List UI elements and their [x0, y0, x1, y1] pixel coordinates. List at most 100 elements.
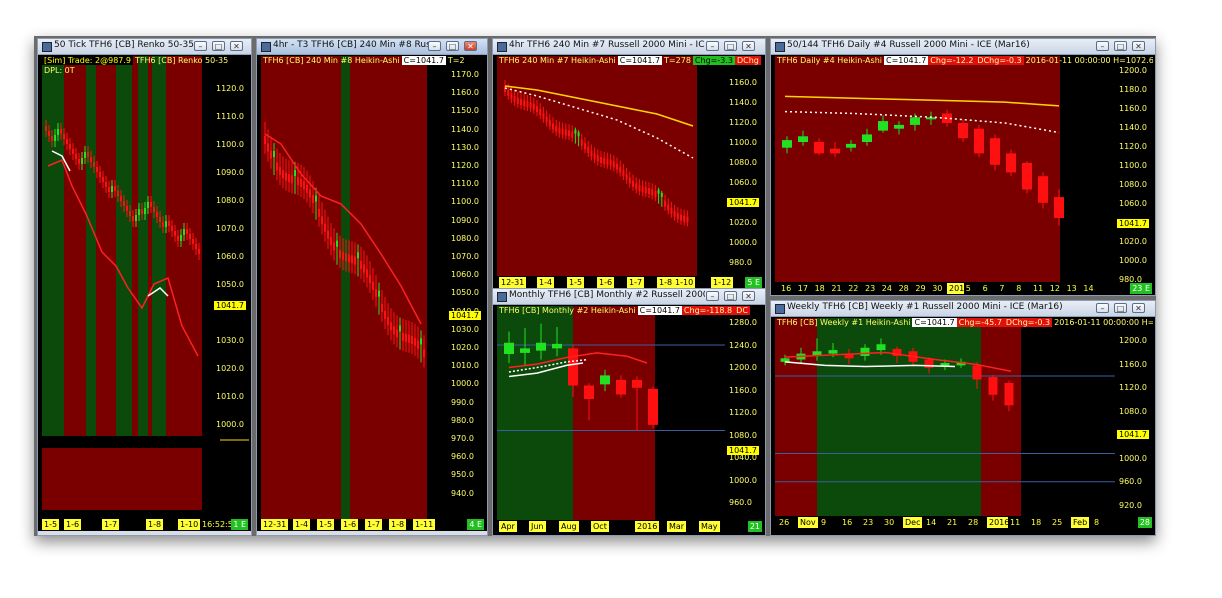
4hr-t3-chart-window[interactable]: 4hr - T3 TFH6 [CB] 240 Min #8 Rus... – □…: [256, 38, 488, 536]
candle: [147, 202, 149, 208]
minimize-icon[interactable]: –: [1096, 41, 1109, 51]
price-tick: 1070.0: [216, 224, 244, 233]
horizontal-scrollbar[interactable]: [38, 531, 251, 535]
candle: [186, 229, 188, 234]
window-title-bar[interactable]: 4hr - T3 TFH6 [CB] 240 Min #8 Rus... – □…: [257, 39, 487, 55]
close-icon[interactable]: ✕: [230, 41, 243, 51]
window-title-bar[interactable]: 4hr TFH6 240 Min #7 Russell 2000 Mini - …: [493, 39, 765, 55]
price-axis: 1170.0 1160.0 1150.0 1140.0 1130.0 1120.0 1110…: [447, 56, 485, 519]
candle: [603, 157, 606, 164]
time-axis: 12-31 1-4 1-5 1-6 1-7 1-8 1-11 4 E: [261, 519, 485, 530]
price-tick: 1110.0: [216, 112, 244, 121]
candle: [357, 252, 359, 259]
4hr-heikin-ashi-window[interactable]: 4hr TFH6 240 Min #7 Russell 2000 Mini - …: [492, 38, 766, 290]
candle: [63, 134, 65, 139]
window-title-bar[interactable]: Weekly TFH6 [CB] Weekly #1 Russell 2000 …: [771, 301, 1155, 317]
maximize-icon[interactable]: □: [724, 41, 737, 51]
candle: [138, 209, 140, 215]
candle: [619, 166, 622, 173]
candle: [342, 252, 344, 261]
price-tick: 1020.0: [451, 343, 479, 352]
candle: [75, 154, 77, 159]
maximize-icon[interactable]: □: [1114, 41, 1127, 51]
time-label: Feb: [1071, 517, 1090, 528]
time-label: 1-10: [178, 519, 201, 530]
candle: [87, 152, 89, 157]
candle: [504, 86, 506, 92]
candle: [390, 322, 392, 331]
candle: [51, 136, 53, 141]
window-title: Weekly TFH6 [CB] Weekly #1 Russell 2000 …: [787, 302, 1063, 312]
minimize-icon[interactable]: –: [706, 291, 719, 301]
daily-price-svg: [782, 95, 1064, 226]
close-icon[interactable]: ✕: [464, 41, 477, 51]
price-axis: 1200.0 1180.0 1160.0 1140.0 1120.0 1100.0 1080…: [1115, 56, 1153, 282]
window-title-bar[interactable]: Monthly TFH6 [CB] Monthly #2 Russell 200…: [493, 289, 765, 305]
4hr-7-plot-area[interactable]: TFH6 240 Min #7 Heikin-Ashi C=1041.7 T=278…: [497, 56, 763, 276]
renko-plot-area[interactable]: [Sim] Trade: 2@987.9 TFH6 [CB] Renko 50-3…: [42, 56, 249, 519]
price-tick: 960.0: [451, 452, 474, 462]
weekly-chart-window[interactable]: Weekly TFH6 [CB] Weekly #1 Russell 2000 …: [770, 300, 1156, 536]
maximize-icon[interactable]: □: [212, 41, 225, 51]
candle: [69, 144, 71, 149]
candle: [336, 240, 338, 247]
renko-chart-window[interactable]: 50 Tick TFH6 [CB] Renko 50-35-0... – □ ✕…: [37, 38, 252, 536]
candle: [111, 186, 113, 192]
price-tick: 1000.0: [451, 379, 479, 389]
candle: [1038, 176, 1048, 203]
candle: [536, 342, 546, 351]
candle: [171, 226, 173, 231]
candle: [345, 253, 347, 262]
price-tick: 1050.0: [451, 288, 479, 298]
candle: [360, 260, 362, 269]
time-axis: 23 E 16 17 18 21 22 23 24 28 29 30 2016 5 6 7 8 11 12 13 1…: [775, 283, 1153, 294]
time-label: 30: [930, 283, 945, 294]
daily-chart-window[interactable]: 50/144 TFH6 Daily #4 Russell 2000 Mini -…: [770, 38, 1156, 296]
time-label: 28: [966, 517, 981, 528]
time-label: May: [699, 521, 720, 532]
weekly-price-svg: [775, 338, 1115, 483]
window-title-bar[interactable]: 50/144 TFH6 Daily #4 Russell 2000 Mini -…: [771, 39, 1155, 55]
horizontal-scrollbar[interactable]: [257, 531, 487, 535]
candle: [420, 338, 422, 345]
monthly-chart-window[interactable]: Monthly TFH6 [CB] Monthly #2 Russell 200…: [492, 288, 766, 536]
candle: [405, 333, 407, 342]
price-tick: 1120.0: [729, 408, 757, 417]
price-tick: 1200.0: [729, 363, 757, 372]
minimize-icon[interactable]: –: [706, 41, 719, 51]
time-label: 23: [861, 517, 876, 528]
window-title-bar[interactable]: 50 Tick TFH6 [CB] Renko 50-35-0... – □ ✕: [38, 39, 251, 55]
candle: [375, 289, 377, 298]
bar-count-badge: 5 E: [745, 277, 762, 288]
price-axis: 1160.01140.01120.01100.01080.01060.01040…: [725, 56, 763, 276]
4hr-plot-area[interactable]: TFH6 [CB] 240 Min #8 Heikin-Ashi C=1041.7…: [261, 56, 485, 519]
close-icon[interactable]: ✕: [742, 291, 755, 301]
chart-info-label: TFH6 [CB] Weekly #1 Heikin-Ashi: [777, 318, 911, 327]
minimize-icon[interactable]: –: [1096, 303, 1109, 313]
minimize-icon[interactable]: –: [194, 41, 207, 51]
maximize-icon[interactable]: □: [724, 291, 737, 301]
time-label: 11: [1031, 283, 1046, 294]
dpl-label: DPL: 0T: [44, 66, 75, 75]
candle: [552, 123, 554, 130]
time-label: 1-10: [673, 277, 696, 288]
time-label: 12-31: [499, 277, 527, 288]
price-tick: 1140.0: [1119, 123, 1147, 132]
time-label: 12-31: [261, 519, 289, 530]
price-tick: 1080.0: [729, 158, 757, 167]
candle: [354, 256, 356, 265]
maximize-icon[interactable]: □: [446, 41, 459, 51]
candle: [523, 100, 526, 107]
maximize-icon[interactable]: □: [1114, 303, 1127, 313]
daily-plot-area[interactable]: TFH6 Daily #4 Heikin-Ashi C=1041.7 Chg=-12…: [775, 56, 1153, 282]
close-icon[interactable]: ✕: [742, 41, 755, 51]
close-icon[interactable]: ✕: [1132, 41, 1145, 51]
price-tick: 1080.0: [216, 196, 244, 205]
weekly-plot-area[interactable]: TFH6 [CB] Weekly #1 Heikin-Ashi C=1041.7 C…: [775, 318, 1153, 516]
minimize-icon[interactable]: –: [428, 41, 441, 51]
time-label: 1-8: [389, 519, 407, 530]
monthly-plot-area[interactable]: TFH6 [CB] Monthly #2 Heikin-Ashi C=1041.7…: [497, 306, 763, 520]
candle: [396, 329, 398, 338]
close-icon[interactable]: ✕: [1132, 303, 1145, 313]
candle: [153, 207, 155, 212]
